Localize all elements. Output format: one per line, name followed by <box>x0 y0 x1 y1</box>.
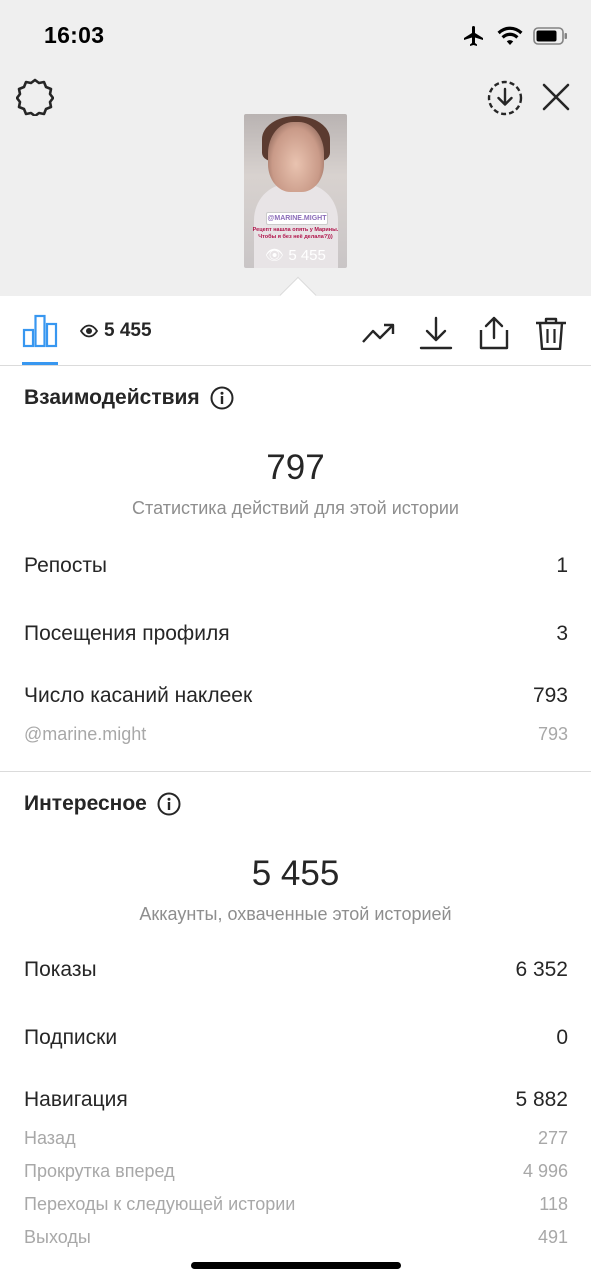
thumb-mention-sticker: @MARINE.MIGHT <box>266 212 328 225</box>
stat-row-follows: Подписки 0 <box>24 1026 568 1050</box>
thumb-views: 👁 5 455 <box>244 246 347 264</box>
thumb-face <box>268 122 324 192</box>
stat-label: Подписки <box>24 1026 118 1049</box>
thumb-caption: Рецепт нашла опять у Марины. Чтобы я без… <box>252 227 339 240</box>
stat-sub-label: @marine.might <box>24 724 147 744</box>
story-toolbar: 5 455 <box>0 296 591 366</box>
stat-sub-value: 118 <box>539 1194 568 1214</box>
story-thumbnail[interactable]: @MARINE.MIGHT Рецепт нашла опять у Марин… <box>244 114 347 268</box>
stat-subrow-forward: Прокрутка вперед 4 996 <box>24 1161 568 1182</box>
stat-sub-value: 793 <box>537 724 568 744</box>
stat-subrow-exits: Выходы 491 <box>24 1227 568 1248</box>
stat-value: 0 <box>556 1026 568 1049</box>
stat-value: 793 <box>532 684 568 707</box>
info-icon[interactable] <box>210 386 234 410</box>
stat-row-profile-visits: Посещения профиля 3 <box>24 622 568 646</box>
interactions-header: Взаимодействия <box>24 386 234 410</box>
share-icon[interactable] <box>476 316 512 350</box>
stat-sub-label: Выходы <box>24 1227 91 1247</box>
stat-subrow-mention: @marine.might 793 <box>24 724 568 745</box>
download-icon[interactable] <box>418 316 454 350</box>
status-bar: 16:03 <box>0 0 591 70</box>
eye-icon: 👁 <box>265 247 285 264</box>
discovery-section: Интересное 5 455 Аккаунты, охваченные эт… <box>0 772 591 1262</box>
discovery-header: Интересное <box>24 792 181 816</box>
interactions-total: 797 <box>266 448 325 487</box>
stat-label: Показы <box>24 958 97 981</box>
gear-icon[interactable] <box>16 78 54 116</box>
wifi-icon <box>497 26 523 45</box>
stat-subrow-next-story: Переходы к следующей истории 118 <box>24 1194 568 1215</box>
stat-row-sticker-taps: Число касаний наклеек 793 <box>24 684 568 708</box>
interactions-title: Взаимодействия <box>24 386 200 409</box>
discovery-total: 5 455 <box>251 854 340 893</box>
discovery-total-label: Аккаунты, охваченные этой историей <box>139 904 452 924</box>
airplane-icon <box>464 26 483 46</box>
status-time: 16:03 <box>44 22 105 48</box>
viewers-count-value: 5 455 <box>104 320 152 341</box>
stat-label: Репосты <box>24 554 108 577</box>
stat-label: Число касаний наклеек <box>24 684 253 707</box>
stat-row-reposts: Репосты 1 <box>24 554 568 578</box>
interactions-section: Взаимодействия 797 Статистика действий д… <box>0 366 591 771</box>
stat-value: 5 882 <box>515 1088 568 1111</box>
insights-chart-icon[interactable] <box>22 314 58 348</box>
stat-subrow-back: Назад 277 <box>24 1128 568 1149</box>
stat-label: Навигация <box>24 1088 128 1111</box>
viewers-count[interactable]: 5 455 <box>80 320 152 342</box>
stat-sub-label: Прокрутка вперед <box>24 1161 175 1181</box>
stat-sub-value: 4 996 <box>522 1161 568 1181</box>
thumb-views-count: 5 455 <box>288 247 326 264</box>
status-icons <box>461 24 569 48</box>
story-preview-area: 16:03 @MARINE.MIGHT Рецепт нашла опять у… <box>0 0 591 314</box>
promote-trending-icon[interactable] <box>361 316 397 350</box>
stat-value: 6 352 <box>515 958 568 981</box>
save-download-icon[interactable] <box>486 79 524 117</box>
close-icon[interactable] <box>540 81 572 113</box>
info-icon[interactable] <box>157 792 181 816</box>
stat-row-navigation: Навигация 5 882 <box>24 1088 568 1112</box>
stat-sub-label: Назад <box>24 1128 76 1148</box>
stat-label: Посещения профиля <box>24 622 230 645</box>
home-indicator[interactable] <box>191 1262 401 1269</box>
stat-row-impressions: Показы 6 352 <box>24 958 568 982</box>
trash-icon[interactable] <box>533 316 569 350</box>
active-tab-indicator <box>22 362 58 365</box>
stat-sub-label: Переходы к следующей истории <box>24 1194 296 1214</box>
stat-sub-value: 491 <box>537 1227 568 1247</box>
stat-value: 1 <box>556 554 568 577</box>
stat-value: 3 <box>556 622 568 645</box>
stat-sub-value: 277 <box>537 1128 568 1148</box>
discovery-title: Интересное <box>24 792 147 815</box>
battery-icon <box>533 27 567 45</box>
interactions-total-label: Статистика действий для этой истории <box>132 498 459 518</box>
eye-icon <box>80 324 98 338</box>
